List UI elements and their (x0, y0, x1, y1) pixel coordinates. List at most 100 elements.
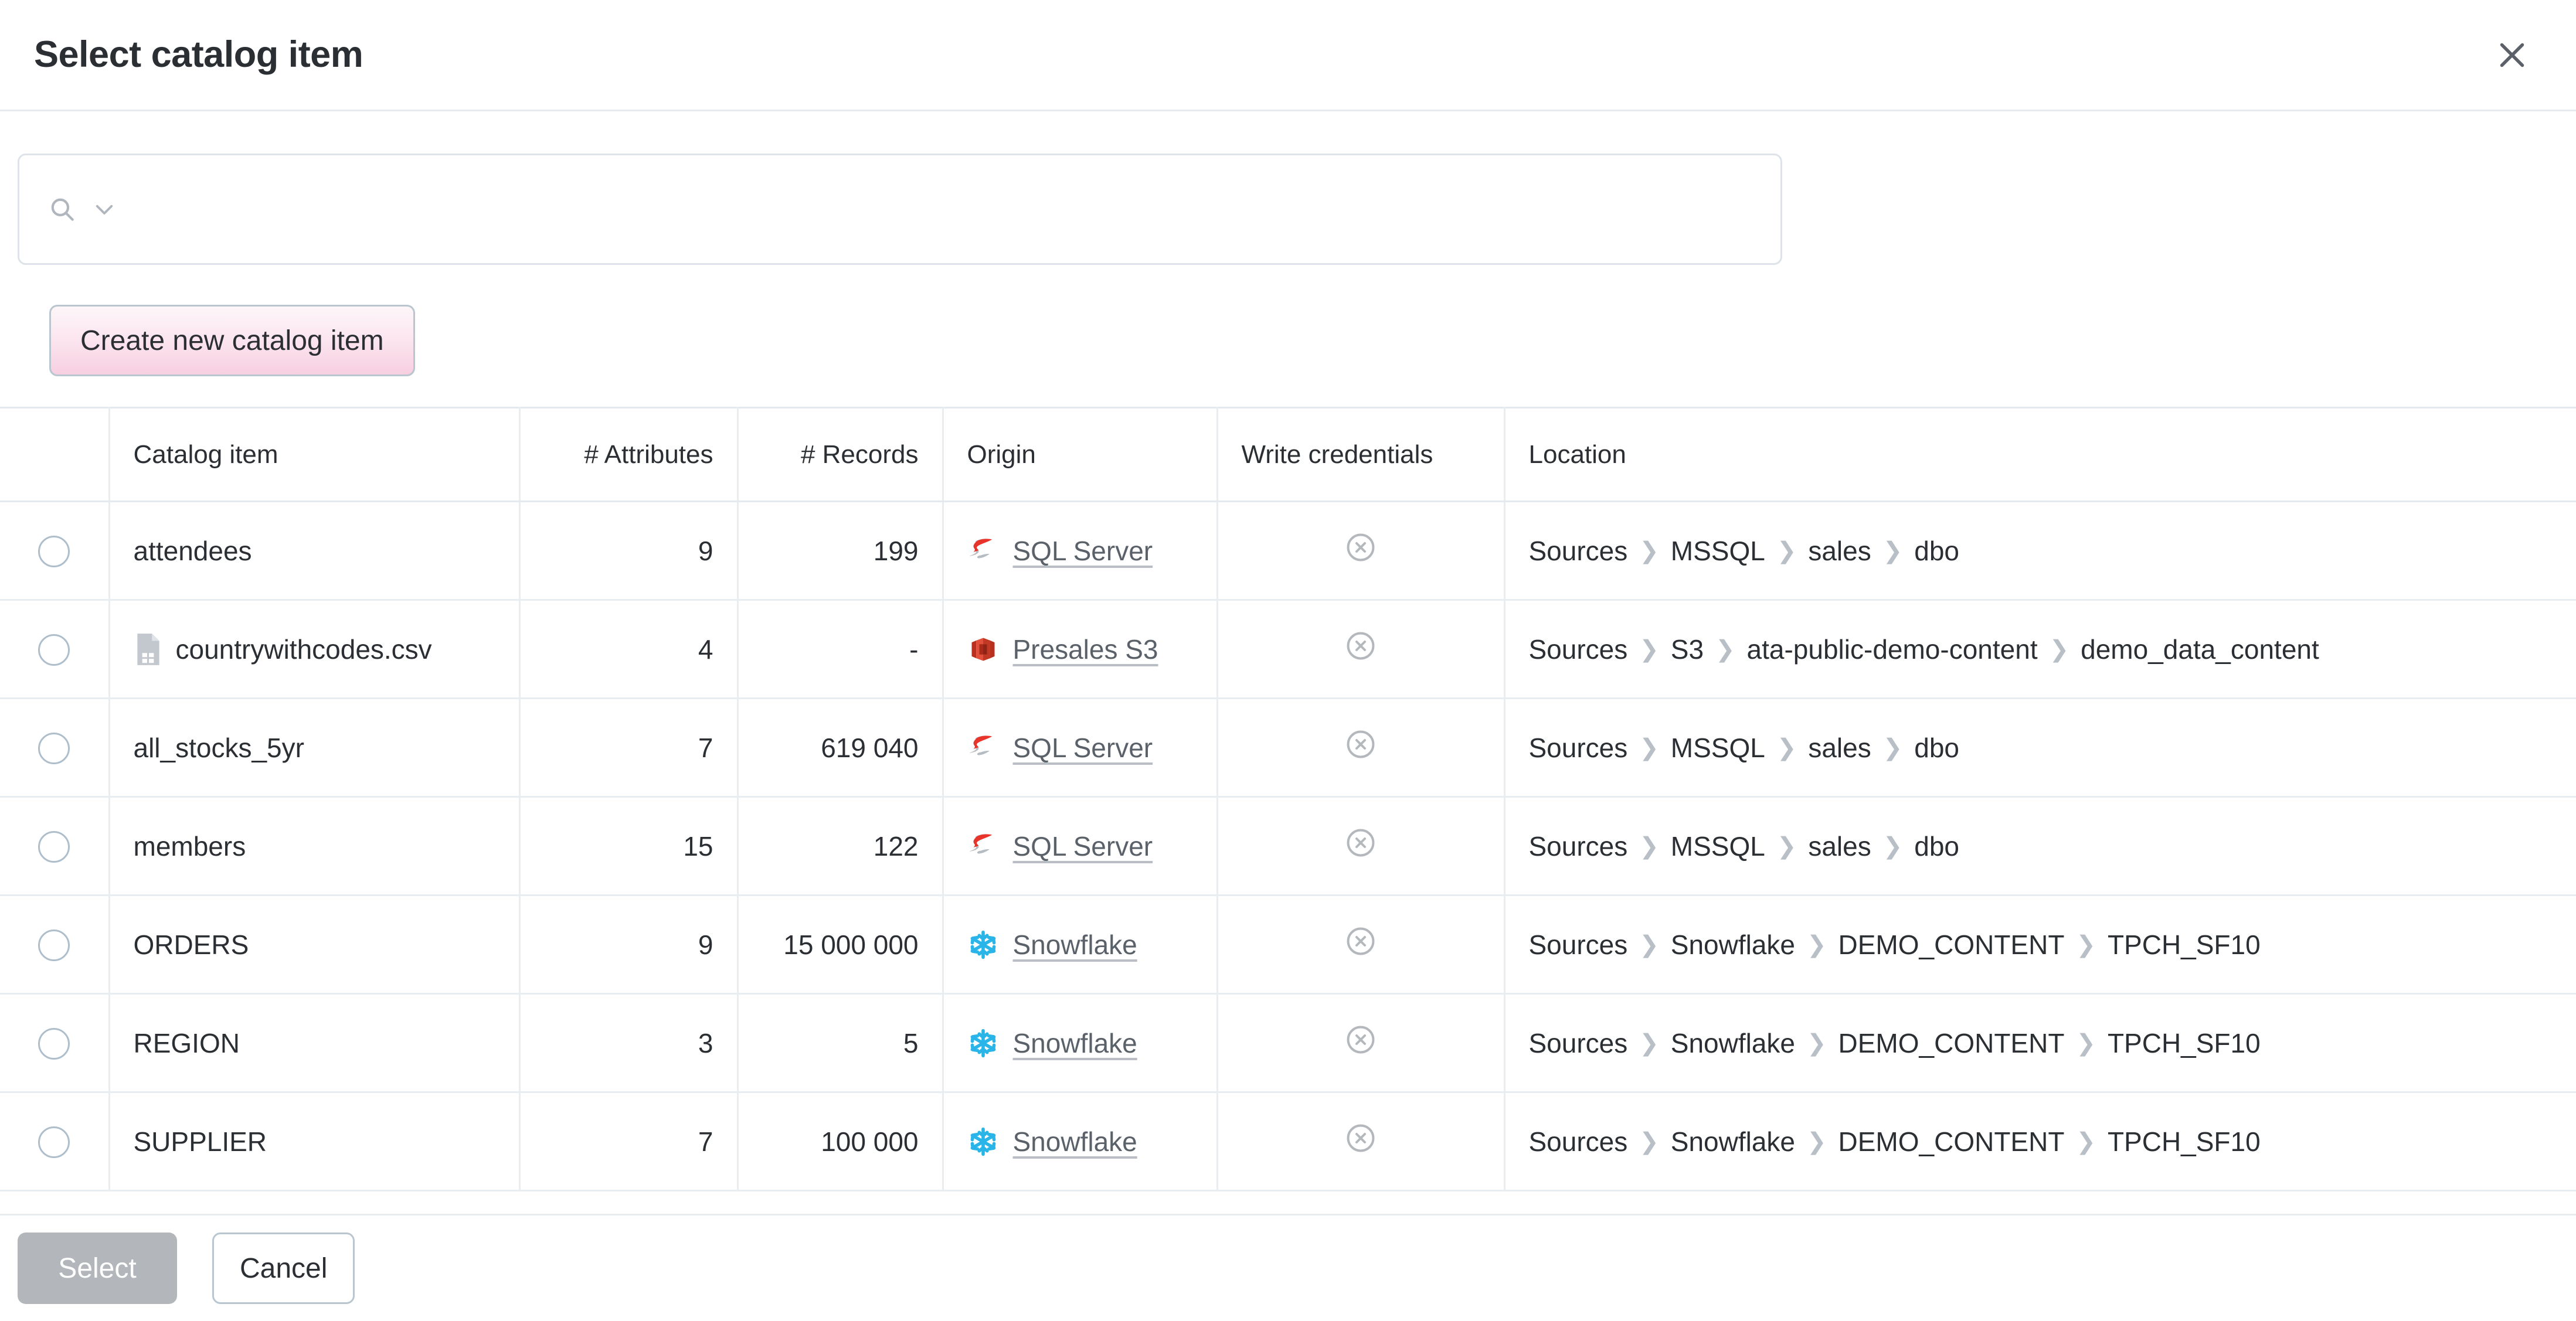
snowflake-icon (967, 929, 999, 961)
sql-server-icon (967, 535, 999, 567)
search-box[interactable] (18, 154, 1782, 265)
breadcrumb: Sources ❯ Snowflake ❯ DEMO_CONTENT ❯ TPCH_SF10 (1529, 1126, 2553, 1157)
catalog-item-cell: REGION (109, 993, 521, 1093)
circle-x-icon[interactable] (1344, 531, 1377, 564)
row-radio-cell[interactable] (0, 1092, 110, 1191)
catalog-item-cell: attendees (109, 501, 521, 601)
origin-link[interactable]: SQL Server (1013, 830, 1153, 862)
table-header: Catalog item # Attributes # Records Orig… (0, 407, 2576, 502)
origin-cell: Snowflake (943, 993, 1218, 1093)
column-header-location[interactable]: Location (1504, 407, 2576, 502)
write-credentials-cell (1217, 501, 1506, 601)
origin-cell: Snowflake (943, 1092, 1218, 1191)
table-row[interactable]: attendees 9 199 SQL Server Sources ❯ MSSQL ❯ sal… (0, 501, 2576, 601)
origin-link[interactable]: Presales S3 (1013, 634, 1158, 665)
column-header-select (0, 407, 110, 502)
row-radio-button[interactable] (38, 733, 70, 765)
table-row[interactable]: SUPPLIER 7 100 000 Snowflake Sources ❯ Snowfla… (0, 1092, 2576, 1191)
circle-x-icon[interactable] (1344, 826, 1377, 859)
breadcrumb-separator-icon: ❯ (1807, 931, 1827, 958)
chevron-down-icon[interactable] (92, 197, 117, 222)
row-radio-cell[interactable] (0, 895, 110, 995)
row-radio-button[interactable] (38, 1126, 70, 1159)
column-header-origin[interactable]: Origin (943, 407, 1218, 502)
origin-link[interactable]: SQL Server (1013, 535, 1153, 567)
close-button[interactable] (2486, 29, 2538, 81)
records-cell: 15 000 000 (738, 895, 944, 995)
origin-link[interactable]: Snowflake (1013, 1027, 1137, 1059)
origin-link[interactable]: Snowflake (1013, 929, 1137, 961)
row-radio-button[interactable] (38, 930, 70, 962)
catalog-table: Catalog item # Attributes # Records Orig… (0, 407, 2576, 1191)
location-cell: Sources ❯ MSSQL ❯ sales ❯ dbo (1504, 501, 2576, 601)
row-radio-cell[interactable] (0, 796, 110, 896)
breadcrumb-separator-icon: ❯ (1882, 734, 1903, 761)
column-header-write-credentials[interactable]: Write credentials (1217, 407, 1506, 502)
row-radio-button[interactable] (38, 831, 70, 863)
circle-x-icon[interactable] (1344, 1122, 1377, 1155)
breadcrumb-segment: Sources (1528, 535, 1628, 566)
table-row[interactable]: all_stocks_5yr 7 619 040 SQL Server Sources ❯… (0, 698, 2576, 798)
search-input[interactable] (132, 155, 1752, 263)
table-row[interactable]: REGION 3 5 Snowflake Sources ❯ Snowflake ❯ DEMO_… (0, 993, 2576, 1093)
breadcrumb: Sources ❯ MSSQL ❯ sales ❯ dbo (1529, 732, 2553, 764)
breadcrumb-segment: S3 (1670, 634, 1704, 665)
write-credentials-cell (1217, 796, 1506, 896)
breadcrumb-segment: ata-public-demo-content (1746, 634, 2038, 665)
location-cell: Sources ❯ Snowflake ❯ DEMO_CONTENT ❯ TPCH_SF10 (1504, 895, 2576, 995)
catalog-table-container[interactable]: Catalog item # Attributes # Records Orig… (0, 407, 2576, 1214)
breadcrumb-separator-icon: ❯ (1639, 537, 1659, 564)
row-radio-button[interactable] (38, 536, 70, 568)
column-header-records[interactable]: # Records (738, 407, 944, 502)
column-header-catalog-item[interactable]: Catalog item (109, 407, 521, 502)
table-row[interactable]: ORDERS 9 15 000 000 Snowflake Sources ❯ Snowfl… (0, 895, 2576, 995)
catalog-item-cell: members (109, 796, 521, 896)
catalog-item-name: REGION (133, 1027, 240, 1058)
breadcrumb-segment: MSSQL (1670, 535, 1765, 566)
breadcrumb-segment: TPCH_SF10 (2107, 1027, 2261, 1058)
circle-x-icon[interactable] (1344, 728, 1377, 761)
origin-link[interactable]: SQL Server (1013, 732, 1153, 764)
row-radio-cell[interactable] (0, 698, 110, 798)
row-radio-cell[interactable] (0, 600, 110, 699)
origin-link[interactable]: Snowflake (1013, 1126, 1137, 1157)
snowflake-icon (967, 1027, 999, 1059)
breadcrumb-separator-icon: ❯ (1639, 1128, 1659, 1155)
catalog-item-name: attendees (133, 535, 252, 566)
breadcrumb-segment: sales (1808, 830, 1871, 862)
cancel-button[interactable]: Cancel (212, 1233, 355, 1304)
catalog-item-cell: SUPPLIER (109, 1092, 521, 1191)
breadcrumb: Sources ❯ Snowflake ❯ DEMO_CONTENT ❯ TPCH_SF10 (1529, 929, 2553, 961)
dialog-body: Create new catalog item Catalog item # A… (0, 111, 2576, 1214)
breadcrumb-separator-icon: ❯ (1639, 1030, 1659, 1056)
select-button[interactable]: Select (18, 1233, 177, 1304)
breadcrumb-separator-icon: ❯ (1776, 833, 1797, 859)
breadcrumb-segment: dbo (1914, 732, 1959, 763)
location-cell: Sources ❯ MSSQL ❯ sales ❯ dbo (1504, 796, 2576, 896)
dialog-footer: Select Cancel (0, 1214, 2576, 1321)
breadcrumb-separator-icon: ❯ (2076, 931, 2096, 958)
catalog-item-name: members (133, 830, 246, 862)
table-row[interactable]: countrywithcodes.csv 4- Presales S3 Sources… (0, 600, 2576, 699)
circle-x-icon[interactable] (1344, 1023, 1377, 1056)
row-radio-cell[interactable] (0, 993, 110, 1093)
attributes-cell: 15 (519, 796, 739, 896)
circle-x-icon[interactable] (1344, 629, 1377, 662)
breadcrumb: Sources ❯ MSSQL ❯ sales ❯ dbo (1529, 830, 2553, 862)
origin-cell: SQL Server (943, 796, 1218, 896)
row-radio-button[interactable] (38, 1028, 70, 1060)
table-row[interactable]: members 15 122 SQL Server Sources ❯ MSSQL ❯ sale… (0, 796, 2576, 896)
row-radio-button[interactable] (38, 634, 70, 666)
column-header-attributes[interactable]: # Attributes (519, 407, 739, 502)
create-new-catalog-item-button[interactable]: Create new catalog item (49, 305, 415, 376)
breadcrumb-segment: Sources (1528, 1027, 1628, 1058)
catalog-item-cell: ORDERS (109, 895, 521, 995)
select-catalog-item-dialog: Select catalog item Create new catalog i… (0, 0, 2576, 1321)
location-cell: Sources ❯ MSSQL ❯ sales ❯ dbo (1504, 698, 2576, 798)
row-radio-cell[interactable] (0, 501, 110, 601)
breadcrumb-segment: dbo (1914, 830, 1959, 862)
breadcrumb-separator-icon: ❯ (1807, 1030, 1827, 1056)
circle-x-icon[interactable] (1344, 925, 1377, 958)
csv-file-icon (134, 632, 163, 666)
write-credentials-cell (1217, 993, 1506, 1093)
